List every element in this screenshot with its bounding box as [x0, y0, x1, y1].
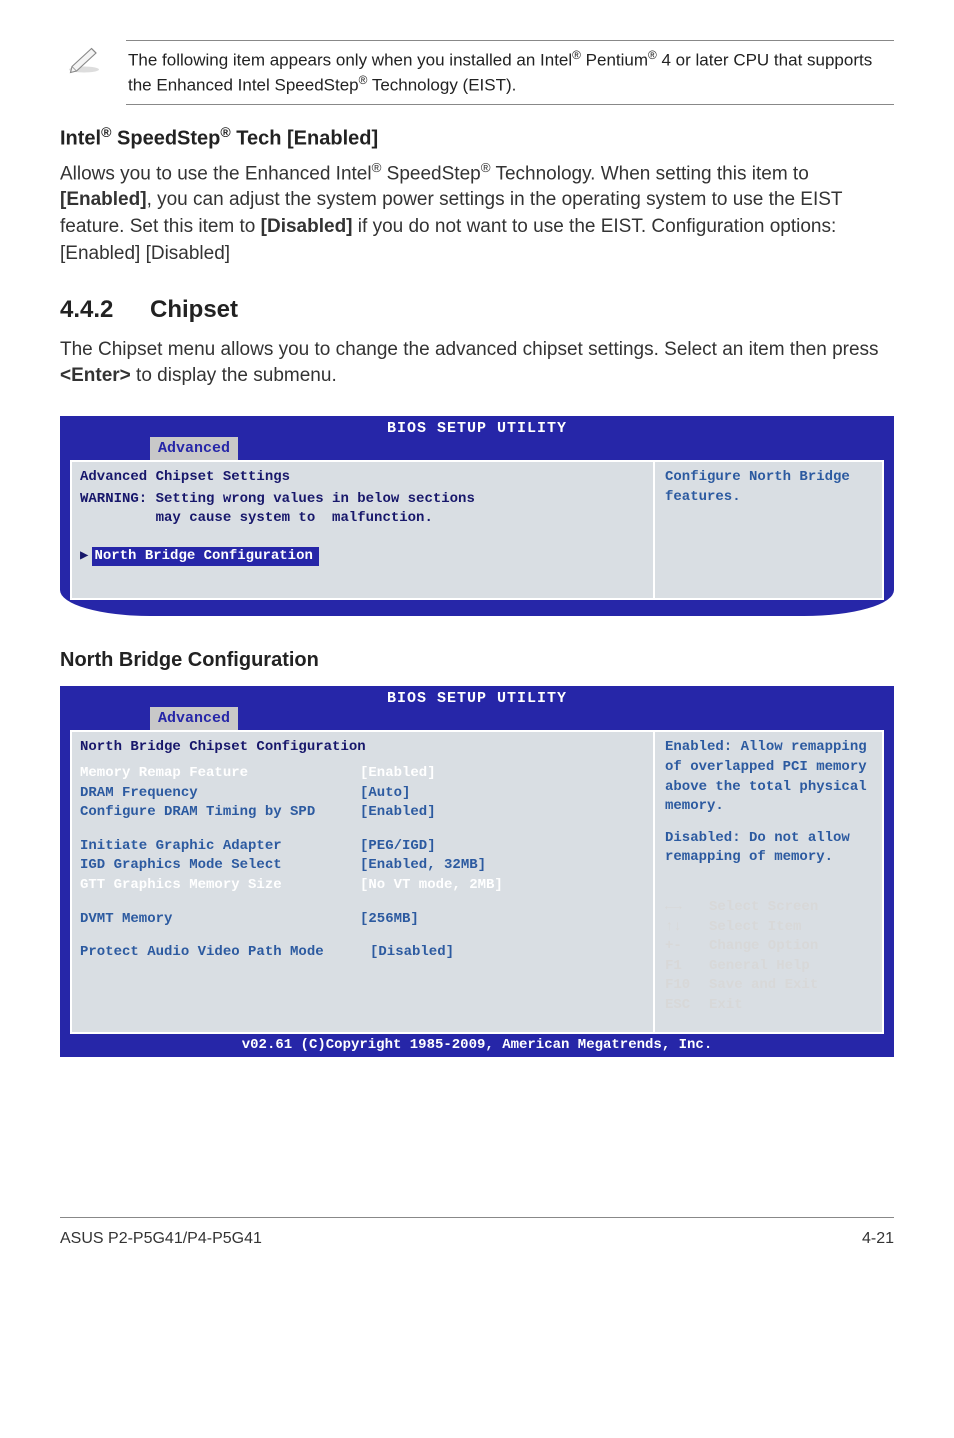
- bios-setting-row[interactable]: Initiate Graphic Adapter [PEG/IGD]: [80, 837, 645, 857]
- setting-val: [256MB]: [360, 910, 419, 930]
- bios-tab-row: Advanced: [60, 437, 894, 460]
- section-heading: 4.4.2Chipset: [60, 293, 894, 327]
- nav-arrows-ud-icon: ↑↓: [665, 918, 703, 938]
- setting-val: [Enabled]: [360, 803, 436, 823]
- bios-item-northbridge[interactable]: North Bridge Configuration: [92, 547, 318, 567]
- setting-key: GTT Graphics Memory Size: [80, 876, 360, 896]
- bios-tab-row: Advanced: [60, 707, 894, 730]
- bios-left-pane: North Bridge Chipset Configuration Memor…: [70, 730, 654, 1033]
- nbc-heading: North Bridge Configuration: [60, 646, 894, 674]
- bios-help-pane: Enabled: Allow remapping of overlapped P…: [654, 730, 884, 1033]
- submenu-arrow-icon: ▶: [80, 548, 88, 564]
- setting-key: Initiate Graphic Adapter: [80, 837, 360, 857]
- setting-val: [Auto]: [360, 784, 410, 804]
- bios-panel-chipset: BIOS SETUP UTILITY Advanced Advanced Chi…: [60, 416, 894, 616]
- key-esc: ESC: [665, 996, 703, 1016]
- bios-setting-row[interactable]: IGD Graphics Mode Select [Enabled, 32MB]: [80, 856, 645, 876]
- setting-val: [Enabled, 32MB]: [360, 856, 486, 876]
- speedstep-heading: Intel® SpeedStep® Tech [Enabled]: [60, 123, 894, 153]
- note-text: The following item appears only when you…: [126, 40, 894, 105]
- bios-setting-row: GTT Graphics Memory Size [No VT mode, 2M…: [80, 876, 645, 896]
- help-text-enabled: Enabled: Allow remapping of overlapped P…: [665, 738, 872, 816]
- bios-setting-row[interactable]: Protect Audio Video Path Mode [Disabled]: [80, 943, 645, 963]
- bios-warning-l2: may cause system to malfunction.: [80, 509, 645, 529]
- setting-val: [No VT mode, 2MB]: [360, 876, 503, 896]
- bios-left-heading: Advanced Chipset Settings: [80, 468, 645, 488]
- section-intro: The Chipset menu allows you to change th…: [60, 337, 894, 390]
- bios-setting-row[interactable]: Memory Remap Feature [Enabled]: [80, 764, 645, 784]
- bios-help-text: Configure North Bridge features.: [665, 468, 872, 507]
- setting-key: Configure DRAM Timing by SPD: [80, 803, 360, 823]
- bios-tab-advanced[interactable]: Advanced: [150, 707, 238, 730]
- setting-val: [PEG/IGD]: [360, 837, 436, 857]
- nav-arrows-lr-icon: ←→: [665, 898, 703, 918]
- help-keys: ←→Select Screen ↑↓Select Item +-Change O…: [665, 898, 872, 1016]
- bios-setting-row[interactable]: Configure DRAM Timing by SPD [Enabled]: [80, 803, 645, 823]
- bios-warning-l1: WARNING: Setting wrong values in below s…: [80, 490, 645, 510]
- footer-left: ASUS P2-P5G41/P4-P5G41: [60, 1228, 262, 1250]
- key-f1: F1: [665, 957, 703, 977]
- setting-val: [Disabled]: [370, 943, 454, 963]
- speedstep-body: Allows you to use the Enhanced Intel® Sp…: [60, 159, 894, 268]
- setting-key: IGD Graphics Mode Select: [80, 856, 360, 876]
- setting-val: [Enabled]: [360, 764, 436, 784]
- setting-key: Protect Audio Video Path Mode: [80, 943, 370, 963]
- setting-key: Memory Remap Feature: [80, 764, 360, 784]
- page-footer: ASUS P2-P5G41/P4-P5G41 4-21: [60, 1217, 894, 1250]
- bios-help-pane: Configure North Bridge features.: [654, 460, 884, 600]
- bios-panel-nbc: BIOS SETUP UTILITY Advanced North Bridge…: [60, 686, 894, 1057]
- bios-footer: v02.61 (C)Copyright 1985-2009, American …: [60, 1034, 894, 1058]
- setting-key: DVMT Memory: [80, 910, 360, 930]
- note-block: The following item appears only when you…: [60, 40, 894, 105]
- bios-setting-row[interactable]: DVMT Memory [256MB]: [80, 910, 645, 930]
- key-f10: F10: [665, 976, 703, 996]
- footer-right: 4-21: [862, 1228, 894, 1250]
- bios-left-pane: Advanced Chipset Settings WARNING: Setti…: [70, 460, 654, 600]
- bios-left-heading: North Bridge Chipset Configuration: [80, 738, 645, 758]
- bios-setting-row[interactable]: DRAM Frequency [Auto]: [80, 784, 645, 804]
- setting-key: DRAM Frequency: [80, 784, 360, 804]
- pencil-note-icon: [60, 40, 108, 87]
- key-plusminus: +-: [665, 937, 703, 957]
- help-text-disabled: Disabled: Do not allow remapping of memo…: [665, 829, 872, 868]
- bios-tab-advanced[interactable]: Advanced: [150, 437, 238, 460]
